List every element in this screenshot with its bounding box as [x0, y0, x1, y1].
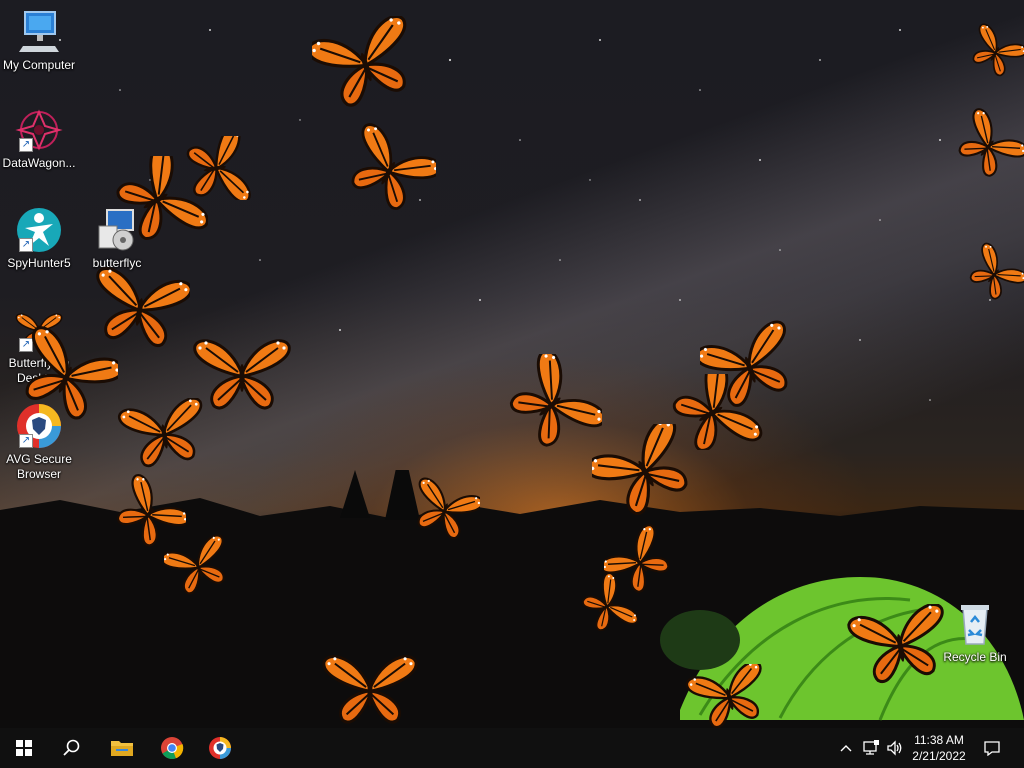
volume-button[interactable]	[884, 728, 906, 768]
avg-browser-icon	[209, 737, 231, 759]
butterfly-sprite	[164, 510, 232, 622]
butterfly-sprite	[344, 116, 436, 224]
icon-label: DataWagon...	[2, 156, 76, 170]
chrome-icon	[161, 737, 184, 760]
taskbar-chrome[interactable]	[148, 728, 196, 768]
icon-label: AVG Secure Browser	[6, 452, 72, 481]
monitor-icon	[15, 8, 63, 56]
butterfly-sprite	[968, 0, 1024, 104]
notification-icon	[984, 741, 1000, 756]
action-center-button[interactable]	[980, 728, 1004, 768]
taskbar-avg-browser[interactable]	[196, 728, 244, 768]
desktop-icon-datawagon[interactable]: ↗ DataWagon...	[0, 106, 78, 171]
taskbar-clock[interactable]: 11:38 AM 2/21/2022	[904, 732, 974, 764]
butterfly-sprite	[110, 156, 208, 242]
datawagon-icon: ↗	[15, 106, 63, 154]
desktop-icon-my-computer[interactable]: My Computer	[0, 8, 78, 73]
butterfly-sprite	[410, 454, 480, 566]
show-hidden-icons-button[interactable]	[836, 728, 856, 768]
butterfly-sprite	[312, 16, 418, 110]
butterfly-sprite	[676, 664, 782, 728]
taskbar: 11:38 AM 2/21/2022	[0, 728, 1024, 768]
volume-icon	[887, 740, 902, 756]
search-button[interactable]	[48, 728, 96, 768]
clock-date: 2/21/2022	[912, 749, 966, 763]
start-button[interactable]	[0, 728, 48, 768]
butterfly-sprite	[16, 320, 118, 432]
search-icon	[63, 739, 80, 756]
network-icon	[863, 740, 879, 755]
butterfly-sprite	[658, 374, 770, 450]
network-button[interactable]	[860, 728, 882, 768]
desktop[interactable]: My Computer ↗ DataWagon... ↗ SpyHunter5	[0, 0, 1024, 728]
taskbar-file-explorer[interactable]	[98, 728, 146, 768]
shortcut-arrow-icon: ↗	[19, 238, 33, 252]
icon-label: My Computer	[2, 58, 76, 72]
butterfly-sprite	[842, 604, 958, 684]
icon-label: SpyHunter5	[7, 256, 71, 270]
recycle-bin-icon	[951, 600, 999, 648]
butterfly-sprite	[312, 650, 428, 728]
desktop-icon-spyhunter[interactable]: ↗ SpyHunter5	[0, 206, 78, 271]
clock-time: 11:38 AM	[914, 733, 964, 747]
windows-start-icon	[16, 740, 32, 756]
shortcut-arrow-icon: ↗	[19, 138, 33, 152]
spyhunter-icon: ↗	[15, 206, 63, 254]
butterfly-sprite	[954, 96, 1024, 196]
chevron-up-icon	[840, 745, 852, 752]
folder-icon	[111, 741, 133, 756]
butterfly-sprite	[966, 218, 1024, 330]
butterfly-sprite	[578, 556, 638, 656]
butterfly-sprite	[504, 354, 602, 454]
shortcut-arrow-icon: ↗	[19, 434, 33, 448]
